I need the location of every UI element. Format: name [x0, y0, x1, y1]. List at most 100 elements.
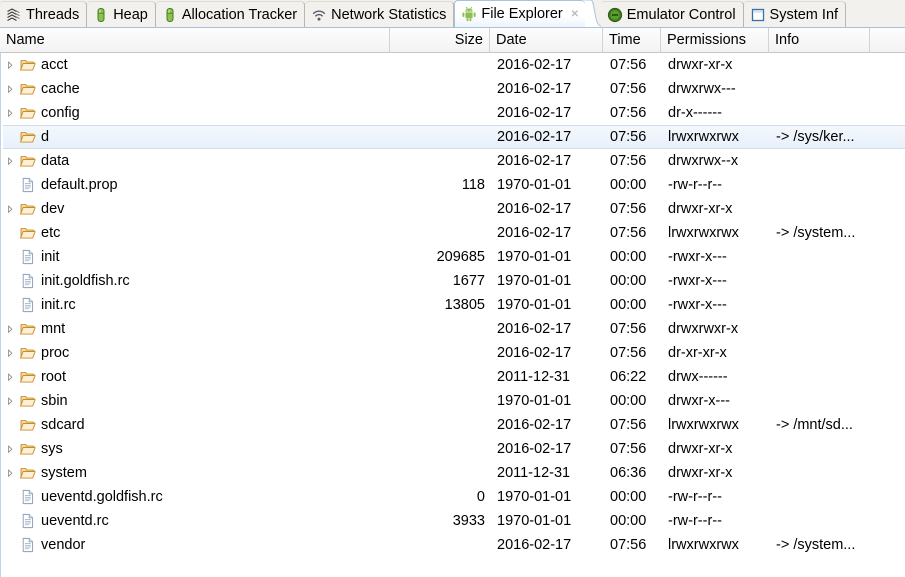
cell-info — [770, 269, 871, 293]
table-row[interactable]: d 2016-02-17 07:56 lrwxrwxrwx -> /sys/ker... — [1, 125, 905, 149]
file-name-label: system — [41, 465, 87, 481]
cell-permissions: -rwxr-x--- — [668, 297, 727, 313]
cell-name: data — [1, 149, 391, 173]
column-header-info[interactable]: Info — [769, 27, 870, 53]
cell-time: 07:56 — [610, 537, 647, 553]
cell-name: proc — [1, 341, 391, 365]
column-header-name[interactable]: Name — [0, 27, 390, 53]
cell-name: dev — [1, 197, 391, 221]
cell-info — [770, 461, 871, 485]
table-row[interactable]: system 2011-12-31 06:36 drwxr-xr-x — [1, 461, 905, 485]
cell-size — [391, 389, 491, 413]
cell-name: config — [1, 101, 391, 125]
tab-label: Network Statistics — [331, 6, 447, 23]
close-icon[interactable] — [570, 9, 581, 20]
expand-arrow-icon[interactable] — [1, 323, 19, 336]
expand-arrow-icon[interactable] — [1, 443, 19, 456]
file-icon — [19, 273, 36, 289]
file-name-label: acct — [41, 57, 68, 73]
cell-name: vendor — [1, 533, 391, 557]
cell-name: init.goldfish.rc — [1, 269, 391, 293]
tab-network-statistics[interactable]: Network Statistics — [305, 1, 455, 27]
cell-name: cache — [1, 77, 391, 101]
file-name-label: data — [41, 153, 70, 169]
cell-name: default.prop — [1, 173, 391, 197]
table-row[interactable]: proc 2016-02-17 07:56 dr-xr-xr-x — [1, 341, 905, 365]
file-name-label: dev — [41, 201, 65, 217]
folder-icon — [19, 345, 36, 361]
table-row[interactable]: mnt 2016-02-17 07:56 drwxrwxr-x — [1, 317, 905, 341]
tab-threads[interactable]: Threads — [0, 1, 88, 27]
table-row[interactable]: dev 2016-02-17 07:56 drwxr-xr-x — [1, 197, 905, 221]
expand-arrow-icon[interactable] — [1, 155, 19, 168]
cell-size: 0 — [476, 489, 485, 505]
tab-heap[interactable]: Heap — [87, 1, 156, 27]
cell-size — [391, 221, 491, 245]
expand-arrow-icon[interactable] — [1, 371, 19, 384]
table-row[interactable]: etc 2016-02-17 07:56 lrwxrwxrwx -> /system..… — [1, 221, 905, 245]
table-row[interactable]: init.rc 13805 1970-01-01 00:00 -rwxr-x--- — [1, 293, 905, 317]
table-row[interactable]: acct 2016-02-17 07:56 drwxr-xr-x — [1, 53, 905, 77]
expand-arrow-icon[interactable] — [1, 59, 19, 72]
column-header-size[interactable]: Size — [390, 27, 490, 53]
cell-size — [391, 437, 491, 461]
cell-time: 00:00 — [610, 393, 647, 409]
table-row[interactable]: sbin 1970-01-01 00:00 drwxr-x--- — [1, 389, 905, 413]
cell-name: init.rc — [1, 293, 391, 317]
cell-permissions: -rw-r--r-- — [668, 177, 722, 193]
tab-allocation-tracker[interactable]: Allocation Tracker — [155, 1, 306, 27]
cell-info — [770, 437, 871, 461]
table-row[interactable]: ueventd.goldfish.rc 0 1970-01-01 00:00 -rw-r… — [1, 485, 905, 509]
cell-date: 2016-02-17 — [497, 417, 572, 433]
cell-size: 118 — [461, 177, 485, 193]
tab-label: Emulator Control — [626, 6, 736, 23]
expand-arrow-icon[interactable] — [1, 395, 19, 408]
table-row[interactable]: init 209685 1970-01-01 00:00 -rwxr-x--- — [1, 245, 905, 269]
table-row[interactable]: ueventd.rc 3933 1970-01-01 00:00 -rw-r--r-- — [1, 509, 905, 533]
expand-arrow-icon[interactable] — [1, 83, 19, 96]
table-row[interactable]: default.prop 118 1970-01-01 00:00 -rw-r--r-- — [1, 173, 905, 197]
folder-icon — [19, 321, 36, 337]
expand-arrow-icon[interactable] — [1, 107, 19, 120]
cell-date: 2016-02-17 — [497, 441, 572, 457]
cell-name: init — [1, 245, 391, 269]
file-explorer-window: Threads Heap Allocation Tracker Network Sta… — [0, 0, 905, 577]
file-name-label: root — [41, 369, 66, 385]
cell-date: 1970-01-01 — [497, 393, 572, 409]
file-icon — [19, 249, 36, 265]
table-row[interactable]: vendor 2016-02-17 07:56 lrwxrwxrwx -> /syste… — [1, 533, 905, 557]
table-row[interactable]: config 2016-02-17 07:56 dr-x------ — [1, 101, 905, 125]
cell-info — [770, 485, 871, 509]
tab-emulator-control[interactable]: Emulator Control — [600, 1, 744, 27]
cell-size — [391, 53, 491, 77]
file-name-label: mnt — [41, 321, 66, 337]
tab-system-inf[interactable]: System Inf — [743, 1, 847, 27]
file-icon — [19, 513, 36, 529]
file-icon — [19, 297, 36, 313]
table-row[interactable]: sdcard 2016-02-17 07:56 lrwxrwxrwx -> /mnt/s… — [1, 413, 905, 437]
column-header-permissions[interactable]: Permissions — [661, 27, 769, 53]
heap-icon — [93, 7, 109, 23]
cell-time: 00:00 — [610, 513, 647, 529]
expand-arrow-icon[interactable] — [1, 467, 19, 480]
cell-info — [770, 317, 871, 341]
column-header-time[interactable]: Time — [603, 27, 661, 53]
tab-file-explorer[interactable]: File Explorer — [454, 0, 585, 27]
expand-arrow-icon[interactable] — [1, 347, 19, 360]
folder-icon — [19, 369, 36, 385]
table-row[interactable]: sys 2016-02-17 07:56 drwxr-xr-x — [1, 437, 905, 461]
table-row[interactable]: root 2011-12-31 06:22 drwx------ — [1, 365, 905, 389]
table-row[interactable]: init.goldfish.rc 1677 1970-01-01 00:00 -rwxr… — [1, 269, 905, 293]
emulator-control-icon — [607, 7, 623, 23]
cell-date: 2016-02-17 — [497, 225, 572, 241]
cell-date: 2011-12-31 — [497, 369, 571, 385]
file-name-label: config — [41, 105, 80, 121]
column-header-date[interactable]: Date — [490, 27, 603, 53]
file-tree-table[interactable]: acct 2016-02-17 07:56 drwxr-xr-x cache 2016-0… — [0, 53, 905, 577]
table-row[interactable]: data 2016-02-17 07:56 drwxrwx--x — [1, 149, 905, 173]
cell-time: 07:56 — [610, 105, 647, 121]
expand-arrow-icon[interactable] — [1, 203, 19, 216]
file-icon — [19, 489, 36, 505]
cell-date: 2016-02-17 — [497, 105, 572, 121]
table-row[interactable]: cache 2016-02-17 07:56 drwxrwx--- — [1, 77, 905, 101]
